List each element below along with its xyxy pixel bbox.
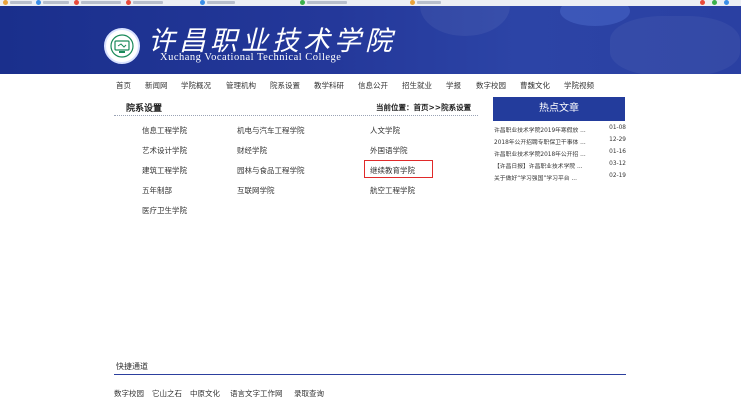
quick-link-zhongyuan-culture[interactable]: 中原文化 bbox=[190, 388, 220, 399]
nav-item-home[interactable]: 首页 bbox=[116, 80, 131, 91]
article-title[interactable]: 关于做好“学习强国”学习平台 ... bbox=[494, 173, 602, 182]
quick-link-language-work[interactable]: 语言文字工作网 bbox=[230, 388, 283, 399]
article-date: 01-08 bbox=[609, 125, 626, 131]
article-title[interactable]: 【许昌日报】许昌职业技术学院 ... bbox=[494, 161, 602, 170]
hot-articles-heading: 热点文章 bbox=[493, 97, 625, 121]
nav-item-caowei-culture[interactable]: 曹魏文化 bbox=[520, 80, 550, 91]
quick-link-admission-query[interactable]: 录取查询 bbox=[294, 388, 324, 399]
nav-item-research[interactable]: 教学科研 bbox=[314, 80, 344, 91]
article-date: 01-16 bbox=[609, 149, 626, 155]
article-title[interactable]: 许昌职业技术学院2018年公开招 ... bbox=[494, 149, 602, 158]
department-link[interactable]: 建筑工程学院 bbox=[142, 165, 187, 176]
college-logo-icon[interactable] bbox=[104, 28, 140, 64]
article-date: 12-29 bbox=[609, 137, 626, 143]
nav-item-disclosure[interactable]: 信息公开 bbox=[358, 80, 388, 91]
list-item[interactable]: 许昌职业技术学院2019年寒假放 ... 01-08 bbox=[494, 125, 626, 135]
article-date: 03-12 bbox=[609, 161, 626, 167]
divider bbox=[114, 374, 626, 375]
bookmark-icon bbox=[200, 0, 205, 5]
bookmark-icon bbox=[300, 0, 305, 5]
list-item[interactable]: 许昌职业技术学院2018年公开招 ... 01-16 bbox=[494, 149, 626, 159]
quick-link-digital-campus[interactable]: 数字校园 bbox=[114, 388, 144, 399]
nav-item-news[interactable]: 新闻网 bbox=[145, 80, 168, 91]
nav-item-admin[interactable]: 管理机构 bbox=[226, 80, 256, 91]
bookmark-icon bbox=[3, 0, 8, 5]
department-link[interactable]: 外国语学院 bbox=[370, 145, 408, 156]
quick-links-title: 快捷通道 bbox=[116, 362, 148, 371]
department-link[interactable]: 财经学院 bbox=[237, 145, 267, 156]
highlight-box bbox=[364, 160, 433, 178]
list-item[interactable]: 【许昌日报】许昌职业技术学院 ... 03-12 bbox=[494, 161, 626, 171]
bookmark-icon bbox=[126, 0, 131, 5]
department-link[interactable]: 互联网学院 bbox=[237, 185, 275, 196]
list-item[interactable]: 2018年公开招聘专职保卫干事体 ... 12-29 bbox=[494, 137, 626, 147]
site-banner: 许昌职业技术学院 Xuchang Vocational Technical Co… bbox=[0, 6, 741, 74]
department-link[interactable]: 机电与汽车工程学院 bbox=[237, 125, 305, 136]
department-link[interactable]: 五年制部 bbox=[142, 185, 172, 196]
department-link[interactable]: 信息工程学院 bbox=[142, 125, 187, 136]
nav-item-overview[interactable]: 学院概况 bbox=[181, 80, 211, 91]
department-link[interactable]: 艺术设计学院 bbox=[142, 145, 187, 156]
bookmark-icon bbox=[724, 0, 729, 5]
section-heading: 院系设置 bbox=[126, 104, 163, 114]
bookmark-icon bbox=[700, 0, 705, 5]
list-item[interactable]: 关于做好“学习强国”学习平台 ... 02-19 bbox=[494, 173, 626, 183]
bookmark-icon bbox=[36, 0, 41, 5]
main-nav: 首页 新闻网 学院概况 管理机构 院系设置 教学科研 信息公开 招生就业 学报 … bbox=[114, 80, 634, 94]
nav-item-video[interactable]: 学院视频 bbox=[564, 80, 594, 91]
article-title[interactable]: 2018年公开招聘专职保卫干事体 ... bbox=[494, 137, 602, 146]
nav-item-journal[interactable]: 学报 bbox=[446, 80, 461, 91]
bookmark-icon bbox=[712, 0, 717, 5]
bookmark-icon bbox=[410, 0, 415, 5]
nav-item-departments[interactable]: 院系设置 bbox=[270, 80, 300, 91]
nav-item-digital-campus[interactable]: 数字校园 bbox=[476, 80, 506, 91]
article-date: 02-19 bbox=[609, 173, 626, 179]
bookmark-icon bbox=[74, 0, 79, 5]
article-title[interactable]: 许昌职业技术学院2019年寒假放 ... bbox=[494, 125, 602, 134]
department-link[interactable]: 航空工程学院 bbox=[370, 185, 415, 196]
nav-item-admission[interactable]: 招生就业 bbox=[402, 80, 432, 91]
quick-link-tashan[interactable]: 它山之石 bbox=[152, 388, 182, 399]
department-link[interactable]: 医疗卫生学院 bbox=[142, 205, 187, 216]
divider bbox=[114, 115, 478, 116]
department-link[interactable]: 人文学院 bbox=[370, 125, 400, 136]
breadcrumb: 当前位置：首页>>院系设置 bbox=[376, 103, 472, 112]
site-title-en: Xuchang Vocational Technical College bbox=[160, 52, 342, 63]
department-link[interactable]: 园林与食品工程学院 bbox=[237, 165, 305, 176]
